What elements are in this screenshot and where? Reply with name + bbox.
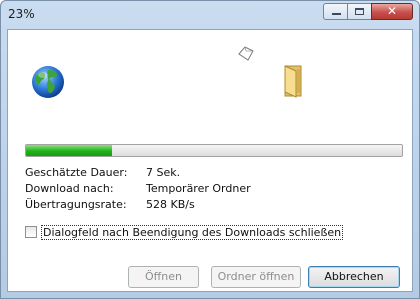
download-target-label: Download nach:: [25, 182, 114, 195]
download-progress-bar: [25, 144, 403, 157]
close-on-complete-label[interactable]: Dialogfeld nach Beendigung des Downloads…: [40, 224, 344, 240]
flying-paper-icon: [238, 46, 254, 61]
transfer-rate-value: 528 KB/s: [146, 198, 195, 211]
open-button[interactable]: Öffnen: [128, 266, 199, 288]
minimize-icon: [332, 13, 341, 15]
close-on-complete-option[interactable]: Dialogfeld nach Beendigung des Downloads…: [25, 224, 344, 240]
download-target-value: Temporärer Ordner: [146, 182, 251, 195]
dialog-body: Geschätzte Dauer: 7 Sek. Download nach: …: [7, 29, 413, 292]
estimated-duration-label: Geschätzte Dauer:: [25, 166, 128, 179]
folder-icon: [284, 65, 302, 98]
progress-fill: [26, 145, 113, 156]
estimated-duration-value: 7 Sek.: [146, 166, 181, 179]
close-icon: ✕: [386, 4, 398, 18]
caption-buttons: ✕: [323, 3, 413, 21]
download-dialog: 23% ✕ Geschätzte Dauer: 7 Sek. Download …: [0, 0, 420, 299]
close-on-complete-checkbox[interactable]: [25, 226, 37, 238]
title-bar[interactable]: 23% ✕: [1, 1, 419, 29]
window-title: 23%: [8, 7, 35, 21]
transfer-rate-label: Übertragungsrate:: [25, 198, 127, 211]
maximize-icon: [355, 8, 364, 15]
maximize-button[interactable]: [347, 3, 372, 20]
cancel-button[interactable]: Abbrechen: [308, 266, 400, 288]
globe-icon: [32, 66, 64, 98]
open-folder-button[interactable]: Ordner öffnen: [211, 266, 301, 288]
minimize-button[interactable]: [323, 3, 348, 20]
close-button[interactable]: ✕: [371, 3, 413, 20]
